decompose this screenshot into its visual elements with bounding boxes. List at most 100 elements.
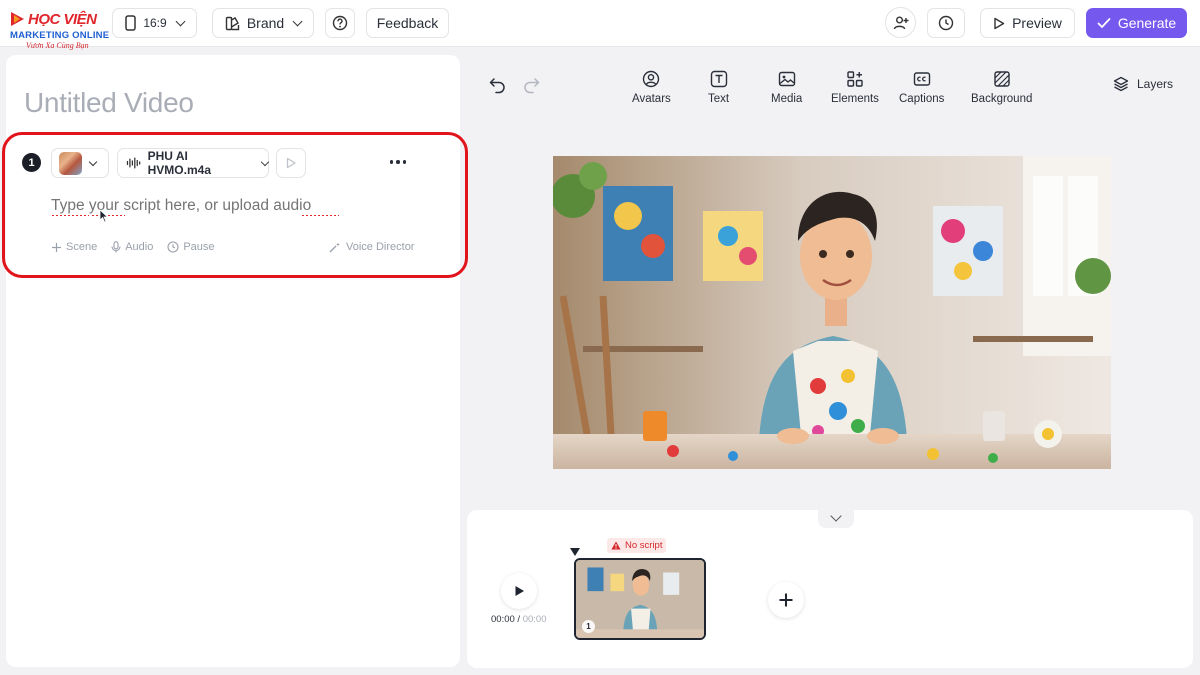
- phone-icon: [125, 15, 137, 31]
- scene-actions: Scene Audio Pause: [51, 241, 229, 253]
- pause-clock-icon: [167, 241, 179, 253]
- text-icon: [710, 70, 727, 88]
- layers-button[interactable]: Layers: [1113, 76, 1173, 92]
- aspect-ratio-dropdown[interactable]: 16:9: [112, 8, 197, 38]
- chevron-down-icon: [292, 16, 303, 26]
- add-audio-action[interactable]: Audio: [111, 241, 153, 253]
- plus-icon: [52, 242, 61, 252]
- generate-button[interactable]: Generate: [1086, 8, 1187, 38]
- chevron-down-icon: [260, 157, 270, 166]
- scene-number-badge: 1: [22, 153, 41, 172]
- toolbar-label: Elements: [831, 93, 879, 105]
- avatar-icon: [643, 70, 660, 88]
- check-icon: [1097, 18, 1111, 29]
- plus-icon: [779, 593, 793, 607]
- elements-icon: [847, 71, 863, 87]
- pause-action-label: Pause: [183, 241, 215, 253]
- help-button[interactable]: [325, 8, 355, 38]
- logo-brand: HỌC VIỆN: [28, 10, 97, 28]
- dot-icon: [402, 160, 407, 164]
- play-icon: [286, 157, 296, 169]
- toolbar-label: Text: [708, 93, 730, 105]
- top-bar: HỌC VIỆN MARKETING ONLINE Vươn Xa Cùng B…: [0, 0, 1200, 50]
- background-icon: [993, 71, 1010, 87]
- audio-file-selector[interactable]: PHU AI HVMO.m4a: [117, 148, 270, 178]
- toolbar-captions[interactable]: Captions: [899, 70, 944, 105]
- logo-tagline: Vươn Xa Cùng Bạn: [26, 41, 89, 50]
- toolbar-label: Background: [971, 93, 1033, 105]
- warning-label: No script: [625, 540, 663, 551]
- chevron-down-icon: [830, 510, 842, 522]
- play-scene-button[interactable]: [276, 148, 306, 178]
- media-icon: [778, 71, 795, 87]
- more-options-button[interactable]: [387, 152, 409, 172]
- layers-icon: [1113, 76, 1129, 92]
- playhead[interactable]: [570, 548, 580, 556]
- clip-thumbnail: [576, 560, 704, 638]
- dot-icon: [396, 160, 400, 164]
- add-scene-button[interactable]: [768, 582, 804, 618]
- clock-icon: [938, 15, 954, 31]
- feedback-label: Feedback: [376, 15, 439, 31]
- toolbar-text[interactable]: Text: [708, 70, 729, 105]
- captions-icon: [913, 72, 930, 86]
- magic-wand-icon: [329, 242, 340, 252]
- aspect-ratio-value: 16:9: [143, 16, 167, 30]
- dot-icon: [389, 160, 394, 164]
- add-pause-action[interactable]: Pause: [167, 241, 215, 253]
- logo-subtitle: MARKETING ONLINE: [10, 30, 110, 41]
- timeline-panel: 00:00 / 00:00 No script 1: [467, 508, 1193, 668]
- spellcheck-underline: [51, 215, 89, 218]
- toolbar-label: Avatars: [632, 93, 671, 105]
- history-button[interactable]: [927, 8, 965, 38]
- preview-button[interactable]: Preview: [980, 8, 1075, 38]
- scene-card: 1 PHU AI HVMO.m4a Scene: [2, 132, 468, 278]
- audio-action-label: Audio: [125, 241, 154, 253]
- brand-label: Brand: [246, 15, 285, 31]
- add-user-button[interactable]: [885, 7, 916, 38]
- total-time: 00:00: [522, 614, 547, 625]
- add-user-icon: [893, 16, 908, 29]
- play-icon: [994, 17, 1005, 29]
- toolbar-background[interactable]: Background: [971, 70, 1032, 105]
- microphone-icon: [111, 241, 121, 253]
- toolbar-label: Media: [771, 93, 803, 105]
- avatar-scene-image: [553, 156, 1111, 469]
- mouse-cursor-icon: [99, 209, 109, 223]
- toolbar-avatars[interactable]: Avatars: [632, 70, 671, 105]
- undo-icon[interactable]: [488, 74, 508, 94]
- toolbar-media[interactable]: Media: [771, 70, 802, 105]
- feedback-button[interactable]: Feedback: [366, 8, 449, 38]
- toolbar-label: Captions: [899, 93, 945, 105]
- current-time: 00:00: [491, 614, 515, 625]
- help-icon: [332, 15, 348, 31]
- logo[interactable]: HỌC VIỆN MARKETING ONLINE Vươn Xa Cùng B…: [10, 9, 110, 53]
- warning-icon: [611, 541, 621, 550]
- redo-icon[interactable]: [521, 74, 541, 94]
- scene-clip[interactable]: 1: [574, 558, 706, 640]
- video-canvas[interactable]: [553, 156, 1111, 469]
- timecode: 00:00 / 00:00: [491, 614, 547, 625]
- voice-director-button[interactable]: Voice Director: [329, 241, 414, 253]
- spellcheck-underline: [301, 215, 339, 218]
- generate-label: Generate: [1117, 15, 1177, 31]
- add-scene-action[interactable]: Scene: [51, 241, 97, 253]
- logo-play-icon: [11, 12, 24, 26]
- chevron-down-icon: [88, 157, 98, 166]
- collapse-timeline-button[interactable]: [818, 508, 854, 528]
- clip-number: 1: [582, 620, 595, 633]
- script-panel: Untitled Video 1 PHU AI HVMO.m4a Scene: [2, 55, 468, 667]
- toolbar-elements[interactable]: Elements: [831, 70, 879, 105]
- chevron-down-icon: [175, 16, 186, 26]
- audio-file-name: PHU AI HVMO.m4a: [147, 149, 211, 177]
- voice-director-label: Voice Director: [346, 241, 415, 253]
- no-script-warning: No script: [607, 538, 667, 553]
- avatar-thumbnail: [59, 151, 82, 175]
- video-title[interactable]: Untitled Video: [24, 87, 194, 119]
- audio-wave-icon: [126, 157, 141, 169]
- play-icon: [515, 586, 524, 596]
- brand-kit-icon: [225, 16, 240, 30]
- brand-dropdown[interactable]: Brand: [212, 8, 314, 38]
- avatar-selector[interactable]: [51, 148, 109, 178]
- timeline-play-button[interactable]: [501, 573, 537, 609]
